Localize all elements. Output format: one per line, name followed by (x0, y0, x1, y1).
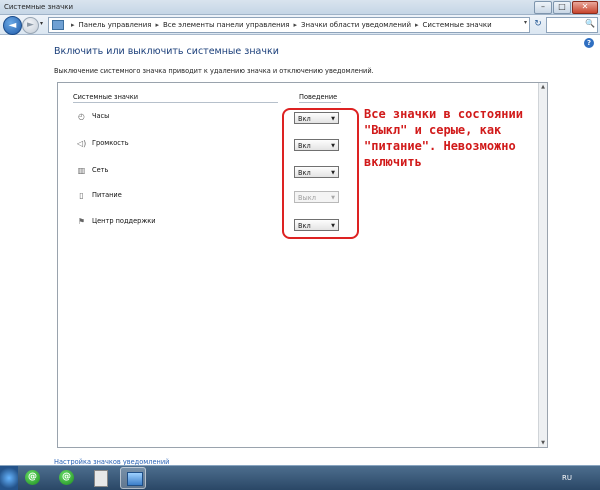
page-description: Выключение системного значка приводит к … (54, 67, 374, 75)
vertical-scrollbar[interactable]: ▲ ▼ (538, 83, 547, 447)
column-header-system-icons: Системные значки (73, 93, 139, 101)
header-divider (73, 102, 278, 103)
breadcrumb-separator[interactable]: ▸ (415, 21, 419, 29)
row-label-volume: Громкость (92, 139, 129, 147)
power-icon: ▯ (79, 191, 84, 200)
address-dropdown-icon[interactable]: ▾ (524, 19, 527, 26)
start-button[interactable] (0, 466, 18, 490)
volume-icon: ◁) (77, 139, 87, 148)
control-panel-icon (52, 20, 64, 30)
title-bar: Системные значки – □ ✕ (0, 0, 600, 15)
row-label-network: Сеть (92, 166, 109, 174)
row-label-power: Питание (92, 191, 122, 199)
breadcrumb-system-icons[interactable]: Системные значки (423, 21, 492, 29)
header-divider (299, 102, 341, 103)
breadcrumb-control-panel[interactable]: Панель управления (79, 21, 152, 29)
forward-button[interactable]: ► (22, 17, 39, 34)
refresh-icon[interactable]: ↻ (532, 18, 544, 30)
breadcrumb-separator[interactable]: ▸ (71, 21, 75, 29)
scroll-down-icon[interactable]: ▼ (539, 439, 547, 447)
page-title: Включить или выключить системные значки (54, 46, 279, 57)
column-header-behavior: Поведение (299, 93, 338, 101)
network-icon: ▥ (77, 166, 86, 175)
annotation-highlight-box (282, 108, 359, 239)
minimize-button[interactable]: – (534, 1, 552, 14)
address-bar[interactable]: ▸ Панель управления ▸ Все элементы панел… (48, 17, 530, 33)
mail-agent-icon: @ (59, 470, 74, 485)
document-icon (94, 470, 108, 487)
taskbar-app-button[interactable] (87, 467, 113, 489)
search-icon[interactable]: 🔍 (585, 19, 595, 28)
mail-agent-icon: @ (25, 470, 40, 485)
scroll-up-icon[interactable]: ▲ (539, 83, 547, 91)
maximize-button[interactable]: □ (553, 1, 571, 14)
system-icons-panel: Системные значки Поведение ◴ Часы Вкл ▼ … (57, 82, 548, 448)
back-button[interactable]: ◄ (3, 16, 22, 35)
window-title: Системные значки (4, 3, 74, 11)
taskbar-control-panel-button[interactable] (120, 467, 146, 489)
help-icon[interactable]: ? (584, 38, 594, 48)
language-indicator[interactable]: RU (562, 474, 572, 482)
breadcrumb-all-items[interactable]: Все элементы панели управления (163, 21, 290, 29)
breadcrumb-notification-icons[interactable]: Значки области уведомлений (301, 21, 411, 29)
breadcrumb-separator[interactable]: ▸ (294, 21, 298, 29)
search-input[interactable]: 🔍 (546, 17, 598, 33)
clock-icon: ◴ (78, 112, 85, 121)
breadcrumb-separator[interactable]: ▸ (155, 21, 159, 29)
taskbar-app-button[interactable]: @ (54, 467, 80, 489)
close-button[interactable]: ✕ (572, 1, 598, 14)
action-center-icon: ⚑ (77, 217, 86, 226)
navigation-bar: ◄ ► ▾ ▸ Панель управления ▸ Все элементы… (0, 15, 600, 35)
annotation-text: Все значки в состоянии "Выкл" и серые, к… (364, 107, 523, 169)
control-panel-icon (127, 472, 143, 486)
system-tray: RU (558, 466, 598, 490)
row-label-clock: Часы (92, 112, 110, 120)
window-controls: – □ ✕ (534, 1, 598, 14)
history-dropdown-icon[interactable]: ▾ (40, 20, 43, 27)
taskbar: @ @ RU (0, 465, 600, 490)
taskbar-app-button[interactable]: @ (20, 467, 46, 489)
row-label-action-center: Центр поддержки (92, 217, 156, 225)
